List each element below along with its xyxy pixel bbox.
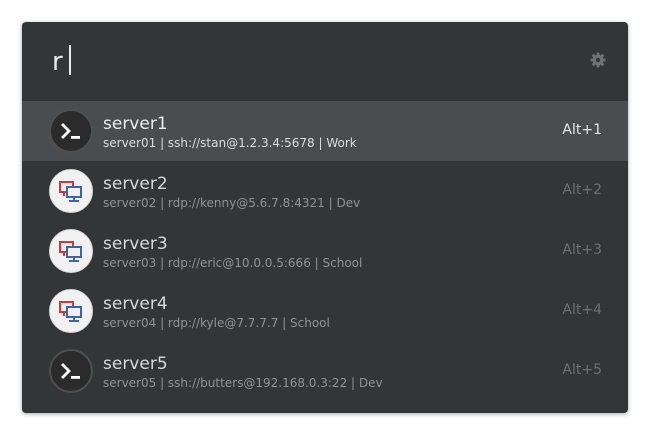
remote-desktop-icon	[49, 289, 93, 333]
remote-desktop-glyph	[59, 241, 82, 262]
result-description: server05 | ssh://butters@192.168.0.3:22 …	[103, 376, 383, 390]
terminal-glyph	[61, 123, 80, 139]
remote-desktop-icon	[49, 169, 93, 213]
result-shortcut: Alt+3	[562, 242, 602, 258]
result-shortcut: Alt+5	[562, 362, 602, 378]
terminal-icon	[49, 349, 93, 393]
result-description: server02 | rdp://kenny@5.6.7.8:4321 | De…	[103, 196, 361, 210]
text-caret	[68, 45, 71, 75]
terminal-glyph	[61, 363, 80, 379]
search-input[interactable]: r	[52, 44, 71, 80]
remote-desktop-glyph	[59, 301, 82, 322]
result-title: server1	[103, 114, 168, 134]
search-bar[interactable]: r	[22, 22, 628, 101]
terminal-icon	[49, 109, 93, 153]
result-description: server01 | ssh://stan@1.2.3.4:5678 | Wor…	[103, 136, 357, 150]
result-shortcut: Alt+1	[562, 122, 602, 138]
result-title: server3	[103, 234, 168, 254]
result-item-server5[interactable]: server5 server05 | ssh://butters@192.168.…	[22, 341, 628, 401]
result-title: server5	[103, 354, 168, 374]
result-description: server03 | rdp://eric@10.0.0.5:666 | Sch…	[103, 256, 363, 270]
result-item-server3[interactable]: server3 server03 | rdp://eric@10.0.0.5:66…	[22, 221, 628, 281]
result-shortcut: Alt+2	[562, 182, 602, 198]
result-item-server1[interactable]: server1 server01 | ssh://stan@1.2.3.4:567…	[22, 101, 628, 161]
results-list: server1 server01 | ssh://stan@1.2.3.4:567…	[22, 101, 628, 401]
result-title: server4	[103, 294, 168, 314]
remote-desktop-icon	[49, 229, 93, 273]
remote-desktop-glyph	[59, 181, 82, 202]
result-item-server4[interactable]: server4 server04 | rdp://kyle@7.7.7.7 | S…	[22, 281, 628, 341]
result-shortcut: Alt+4	[562, 302, 602, 318]
launcher-window: r server1 server01 | ssh://stan@1.2.3.4:5…	[22, 22, 628, 413]
result-description: server04 | rdp://kyle@7.7.7.7 | School	[103, 316, 330, 330]
search-query: r	[52, 47, 63, 77]
result-title: server2	[103, 174, 168, 194]
gear-icon[interactable]	[590, 52, 606, 68]
result-item-server2[interactable]: server2 server02 | rdp://kenny@5.6.7.8:43…	[22, 161, 628, 221]
